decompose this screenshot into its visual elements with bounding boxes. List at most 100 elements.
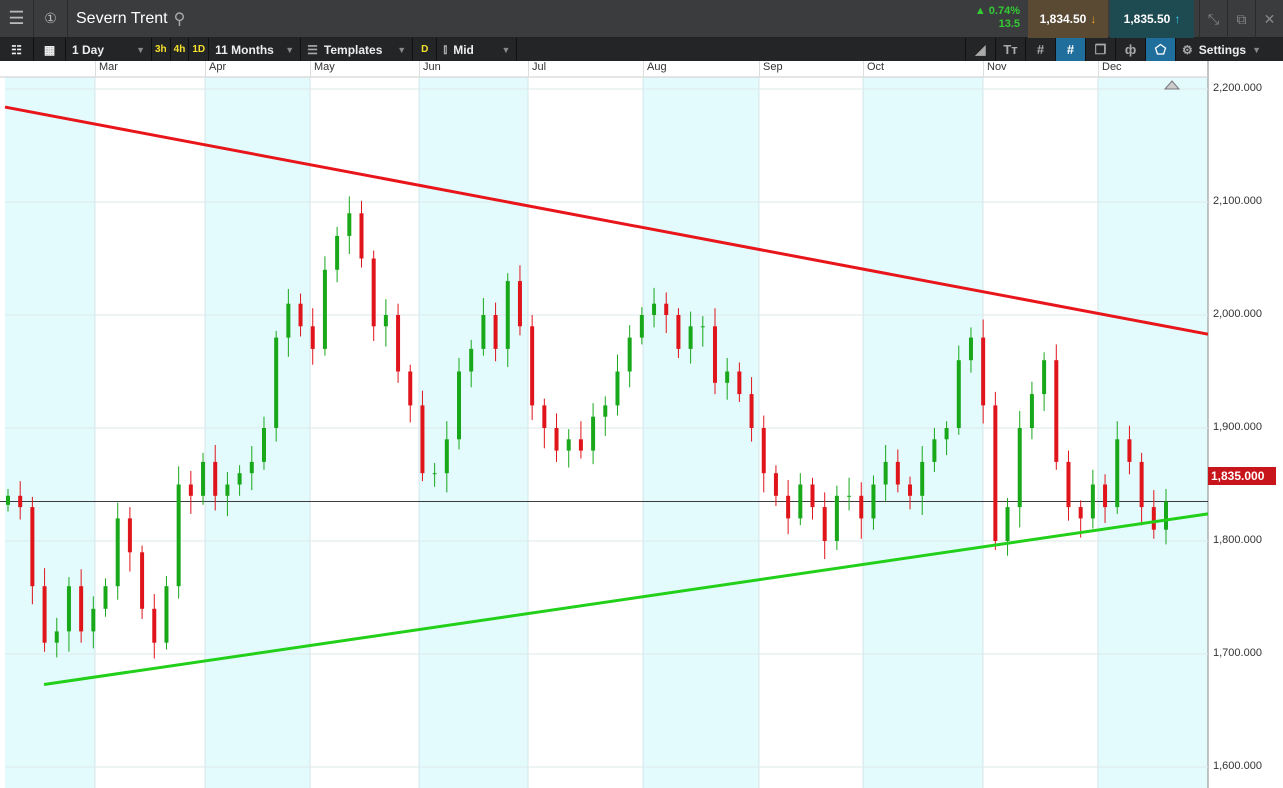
candle-body <box>91 608 96 632</box>
candle-body <box>54 631 59 643</box>
candle-body <box>530 326 535 406</box>
candle-body <box>432 473 437 475</box>
candle-body <box>1127 439 1132 462</box>
x-tick-label: May <box>310 61 335 77</box>
candle-body <box>542 405 547 428</box>
candle-body <box>591 416 596 451</box>
candle-body <box>688 326 693 349</box>
y-tick-label: 2,200.000 <box>1213 82 1262 94</box>
candle-body <box>615 371 620 406</box>
y-tick-label: 2,100.000 <box>1213 195 1262 207</box>
candle-body <box>639 315 644 338</box>
candle-body <box>664 303 669 315</box>
candle-body <box>1042 360 1047 395</box>
candle-body <box>908 484 913 496</box>
candle-body <box>201 461 206 496</box>
month-band <box>5 77 95 788</box>
candle-body <box>1029 394 1034 428</box>
candle-body <box>981 337 986 406</box>
candle-body <box>444 439 449 474</box>
x-tick-label: Dec <box>1098 61 1122 77</box>
candle-body <box>920 461 925 496</box>
x-tick-label: Aug <box>643 61 667 77</box>
candle-body <box>676 315 681 349</box>
candle-body <box>1078 507 1083 519</box>
y-tick-label: 1,700.000 <box>1213 647 1262 659</box>
candle-body <box>859 495 864 519</box>
candle-body <box>834 495 839 541</box>
x-tick-label: Oct <box>863 61 884 77</box>
candle-body <box>383 315 388 327</box>
candle-body <box>786 495 791 519</box>
candle-body <box>261 428 266 462</box>
candle-body <box>249 461 254 474</box>
candle-body <box>310 326 315 349</box>
candle-body <box>237 473 242 485</box>
candle-body <box>1017 428 1022 508</box>
candle-body <box>1005 507 1010 541</box>
candle-body <box>712 326 717 383</box>
candle-body <box>627 337 632 372</box>
candle-body <box>578 439 583 451</box>
price-chart[interactable] <box>0 0 1283 788</box>
candle-body <box>944 428 949 440</box>
candle-body <box>6 495 10 505</box>
candle-body <box>761 428 766 474</box>
candle-body <box>298 303 303 327</box>
candle-body <box>103 586 108 609</box>
candle-body <box>286 303 291 338</box>
candle-body <box>274 337 279 428</box>
candle-body <box>737 371 742 395</box>
candle-body <box>1066 461 1071 508</box>
candle-body <box>652 303 657 315</box>
candle-body <box>1115 439 1120 508</box>
candle-body <box>749 394 754 428</box>
candle-body <box>408 371 413 406</box>
candle-body <box>700 326 705 328</box>
candle-body <box>371 258 376 327</box>
candle-body <box>993 405 998 541</box>
current-price-label: 1,835.000 <box>1208 467 1276 485</box>
candle-body <box>42 586 47 643</box>
candle-body <box>127 518 132 553</box>
candle-body <box>822 507 827 541</box>
candle-body <box>871 484 876 519</box>
candle-body <box>517 281 522 327</box>
candle-body <box>79 586 84 632</box>
x-tick-label: Nov <box>983 61 1007 77</box>
candle-body <box>810 484 815 508</box>
y-tick-label: 1,600.000 <box>1213 760 1262 772</box>
x-tick-label: Mar <box>95 61 118 77</box>
y-tick-label: 1,800.000 <box>1213 534 1262 546</box>
candle-body <box>505 281 510 349</box>
month-band <box>205 77 310 788</box>
candle-body <box>956 360 961 428</box>
candle-body <box>152 608 157 643</box>
candle-body <box>798 484 803 519</box>
month-band <box>419 77 528 788</box>
candle-body <box>359 213 364 259</box>
y-tick-label: 1,900.000 <box>1213 421 1262 433</box>
candle-body <box>773 473 778 496</box>
candle-body <box>322 269 327 349</box>
month-band <box>863 77 983 788</box>
candle-body <box>1090 484 1095 519</box>
candle-body <box>1054 360 1059 462</box>
candle-body <box>968 337 973 361</box>
x-tick-label: Jul <box>528 61 546 77</box>
candle-body <box>335 235 340 270</box>
candle-body <box>30 507 35 587</box>
candle-body <box>1164 501 1168 530</box>
candle-body <box>188 484 193 496</box>
candle-body <box>932 439 937 462</box>
candle-body <box>176 484 181 587</box>
candle-body <box>847 495 852 497</box>
candle-body <box>725 371 730 383</box>
candle-body <box>554 428 559 451</box>
candle-body <box>213 461 218 496</box>
candle-body <box>66 586 71 632</box>
candle-body <box>1103 484 1108 508</box>
candle-body <box>469 348 474 372</box>
candle-body <box>895 461 900 485</box>
month-band <box>643 77 759 788</box>
